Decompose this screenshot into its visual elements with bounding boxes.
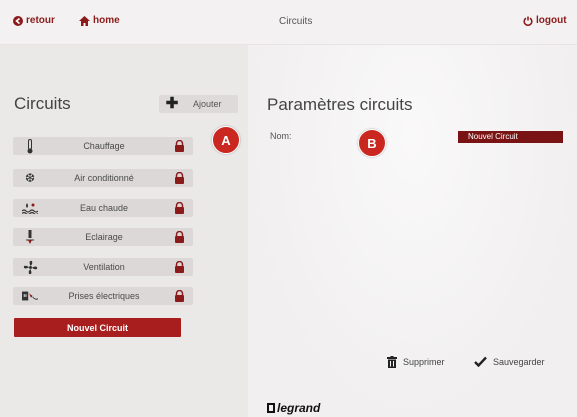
circuit-label: Prises électriques — [68, 291, 140, 301]
circuit-item-ventilation[interactable]: Ventilation — [13, 258, 193, 276]
add-label: Ajouter — [193, 99, 222, 109]
annotation-badge-b: B — [358, 129, 386, 157]
circuit-item-eau-chaude[interactable]: Eau chaude — [13, 199, 193, 217]
circuit-item-air-conditionne[interactable]: ❆ Air conditionné — [13, 169, 193, 187]
lock-icon — [175, 202, 184, 214]
name-label: Nom: — [270, 131, 292, 141]
annotation-badge-a: A — [212, 126, 240, 154]
lock-icon — [175, 231, 184, 243]
circuit-label: Eclairage — [85, 232, 123, 242]
save-label: Sauvegarder — [493, 356, 545, 367]
lock-icon — [175, 140, 184, 152]
save-button[interactable]: Sauvegarder — [474, 356, 545, 367]
plus-icon: ✚ — [165, 95, 179, 112]
thermometer-icon — [22, 138, 38, 154]
circuit-item-chauffage[interactable]: Chauffage — [13, 137, 193, 155]
power-icon — [523, 16, 533, 26]
delete-button[interactable]: Supprimer — [387, 356, 445, 368]
lock-icon — [175, 290, 184, 302]
circuit-item-eclairage[interactable]: Eclairage — [13, 228, 193, 246]
name-field[interactable]: Nouvel Circuit — [458, 131, 563, 143]
checkmark-icon — [474, 356, 487, 367]
page-title: Circuits — [279, 16, 313, 27]
back-link[interactable]: retour — [13, 15, 55, 26]
lock-icon — [175, 261, 184, 273]
legrand-logo: legrand — [267, 401, 320, 415]
back-arrow-icon — [13, 15, 23, 26]
new-circuit-button[interactable]: Nouvel Circuit — [14, 318, 181, 337]
home-icon — [79, 15, 90, 26]
circuit-label: Air conditionné — [74, 173, 134, 183]
back-label: retour — [26, 15, 55, 26]
delete-label: Supprimer — [403, 357, 445, 367]
snowflake-icon: ❆ — [24, 171, 36, 185]
plug-icon — [22, 288, 38, 304]
home-label: home — [93, 15, 120, 26]
fan-icon — [22, 259, 38, 275]
params-heading: Paramètres circuits — [267, 95, 413, 114]
circuits-heading: Circuits — [14, 94, 71, 113]
circuit-label: Chauffage — [83, 141, 125, 151]
logo-text: legrand — [277, 401, 321, 415]
top-bar: retour home Circuits logout — [0, 0, 577, 45]
light-bulb-icon — [22, 229, 38, 245]
add-button[interactable]: ✚ Ajouter — [159, 95, 238, 113]
logout-link[interactable]: logout — [523, 15, 567, 26]
circuit-label: Eau chaude — [79, 203, 129, 213]
circuit-label: Ventilation — [83, 262, 125, 272]
trash-icon — [387, 356, 397, 368]
logout-label: logout — [536, 15, 567, 26]
home-link[interactable]: home — [79, 15, 120, 26]
lock-icon — [175, 172, 184, 184]
water-heater-icon — [22, 200, 38, 216]
circuit-item-prises-electriques[interactable]: Prises électriques — [13, 287, 193, 305]
